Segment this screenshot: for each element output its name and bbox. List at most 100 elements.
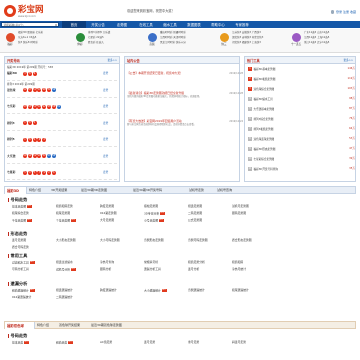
section-tab[interactable]: 特色介绍 <box>27 187 49 194</box>
rank-label[interactable]: 双色球综合走势图 <box>254 88 275 91</box>
tool-link[interactable]: 号码分析工具 <box>12 267 56 272</box>
tool-link[interactable]: 和尾遗漏统计 <box>232 288 276 293</box>
tool-link[interactable]: 公式走势图 <box>188 219 232 223</box>
lottery-name[interactable]: 福彩3D <box>7 71 17 75</box>
section-tab[interactable]: 3D开奖结果 <box>49 187 79 194</box>
tool-link[interactable]: 二码走势图 <box>188 211 232 216</box>
rank-row[interactable]: 11 福彩3D开奖号码查询 35万 <box>248 167 355 174</box>
lottery-name[interactable]: 排列5 <box>7 137 15 141</box>
rank-row[interactable]: 10 七星彩综合走势图 39万 <box>248 157 355 164</box>
section-tab[interactable]: 双色球开奖结果 <box>57 322 89 329</box>
tool-link[interactable]: 大小遗漏统计HOT <box>144 289 188 293</box>
rank-label[interactable]: 大乐透基本走势图 <box>254 108 275 111</box>
tool-link[interactable]: 跨度遗漏统计 <box>100 288 144 293</box>
section-tab[interactable]: 最近30期3D走势图 <box>79 187 131 194</box>
tool-link[interactable]: 组选遗漏统计 <box>56 288 100 293</box>
tool-link[interactable]: 基本走势图HOT <box>12 205 56 209</box>
trend-link[interactable]: 走势 <box>103 122 108 125</box>
tool-link[interactable]: 奇偶遗漏统计 <box>188 288 232 293</box>
rank-label[interactable]: 福彩3D基本走势图 <box>254 68 276 71</box>
lottery-name[interactable]: 七星彩 <box>7 170 15 174</box>
tool-link[interactable]: 组选过滤缩水 <box>56 260 100 265</box>
trend-link[interactable]: 走势 <box>103 155 108 158</box>
trend-link[interactable]: 走势 <box>103 105 108 108</box>
tool-link[interactable]: 大号走势图 <box>100 219 144 223</box>
news-item[interactable]: 【有奖大放送】彩宝网2019年回馈用户活动 2019/12/24 参与彩宝网互动活动… <box>127 119 243 127</box>
tool-link[interactable]: 3D专家分析HOT <box>144 212 188 216</box>
rank-label[interactable]: 福彩3D形态走势图 <box>254 148 276 151</box>
section-tab[interactable]: 最近30期双色球走势图 <box>89 322 141 329</box>
tool-link[interactable]: 个位走势图HOT <box>56 219 100 223</box>
trend-link[interactable]: 走势 <box>103 138 108 141</box>
tool-link[interactable]: AC值走势 <box>100 340 144 345</box>
tool-link[interactable]: 试机号走势图 <box>232 204 276 209</box>
tool-link[interactable]: 冷热号查询 <box>100 260 144 265</box>
nav-item[interactable]: 首页 <box>62 21 86 28</box>
site-logo[interactable]: 彩宝网 www.kjxl.com <box>4 4 50 18</box>
news-item[interactable]: 【公告】本期开奖结果已更新，祝您中大奖！ 2019/12/28 <box>127 71 243 75</box>
tool-link[interactable]: 常规杀号榜 <box>144 260 188 265</box>
rank-row[interactable]: 8 双色球蓝球走势图 53万 <box>248 137 355 144</box>
trend-link[interactable]: 走势 <box>103 72 108 75</box>
nav-item[interactable]: 开奖公告 <box>86 21 110 28</box>
rank-row[interactable]: 6 排列3综合走势图 76万 <box>248 117 355 124</box>
quick-link[interactable]: 胜负彩 任选九 <box>88 41 110 46</box>
quick-link[interactable]: 黑龙江时时彩 快乐十分 <box>160 41 186 46</box>
favorite-link[interactable]: 收藏 <box>350 10 356 14</box>
tool-link[interactable]: 组选走势图 <box>188 204 232 209</box>
rank-row[interactable]: 7 排列3和值走势图 64万 <box>248 127 355 134</box>
section-tab[interactable]: 试机号走势 <box>187 187 215 194</box>
news-title[interactable]: 【公告】本期开奖结果已更新，祝您中大奖！ <box>127 71 243 75</box>
nav-item[interactable]: 在线工具 <box>134 21 158 28</box>
rank-label[interactable]: 福彩3D和值走势图 <box>254 78 276 81</box>
tool-link[interactable]: 胆码走势图 <box>232 211 276 216</box>
tool-link[interactable]: 质合形态走势图 <box>232 238 276 243</box>
rank-label[interactable]: 排列3和值走势图 <box>254 128 274 131</box>
rank-label[interactable]: 双色球蓝球走势图 <box>254 138 275 141</box>
lottery-name[interactable]: 大乐透 <box>7 154 15 158</box>
login-link[interactable]: 登录 <box>336 10 342 14</box>
quick-link[interactable]: 快3 快乐8 时时彩 <box>18 41 43 46</box>
tool-link[interactable]: 质合号码走势 <box>12 245 56 250</box>
tool-link[interactable]: 千位走势图HOT <box>12 219 56 223</box>
rank-row[interactable]: 5 大乐透基本走势图 87万 <box>248 107 355 114</box>
tool-link[interactable]: 胆码分析 <box>100 267 144 272</box>
rank-label[interactable]: 七星彩综合走势图 <box>254 158 275 161</box>
tool-link[interactable]: 二码遗漏统计 <box>56 295 100 300</box>
rank-more-link[interactable]: 更多>> <box>343 59 353 62</box>
tool-link[interactable]: 冷热号统计 <box>232 267 276 272</box>
tool-link[interactable]: 试机号分析HOT <box>56 268 100 272</box>
tool-link[interactable]: 重号走势 <box>188 340 232 345</box>
tool-link[interactable]: 012路走势图 <box>100 211 144 216</box>
tool-link[interactable]: 大小形态走势图 <box>56 238 100 243</box>
nav-item[interactable]: 走势图 <box>110 21 134 28</box>
rank-row[interactable]: 3 双色球综合走势图 103万 <box>248 87 355 94</box>
tool-link[interactable]: 斜连号走势 <box>232 340 276 345</box>
nav-item[interactable]: 帮助中心 <box>206 21 230 28</box>
rank-label[interactable]: 排列3综合走势图 <box>254 118 274 121</box>
tool-link[interactable]: 大小号码走势图 <box>100 238 144 243</box>
nav-item[interactable]: 数据图表 <box>182 21 206 28</box>
news-item[interactable]: 【最新消息】福彩3D走势图功能已经全新升级 2019/12/28 全新升级的福彩3D… <box>127 91 243 99</box>
lottery-select[interactable]: 选择彩种(共4个) ▼ <box>1 22 59 27</box>
trend-link[interactable]: 走势 <box>103 89 108 92</box>
rank-row[interactable]: 1 福彩3D基本走势图 146万 <box>248 67 355 74</box>
rank-label[interactable]: 福彩3D开奖号码查询 <box>254 168 278 171</box>
section-tab[interactable]: 最近30期3D开奖号码 <box>131 187 187 194</box>
tool-link[interactable]: 奇偶号码走势图 <box>188 238 232 243</box>
rank-label[interactable]: 福彩3D缩水工具 <box>254 98 273 101</box>
tool-link[interactable]: 小号走势图HOT <box>144 219 188 223</box>
section-tab[interactable]: 特色介绍 <box>35 322 57 329</box>
tool-link[interactable]: 和值和尾 <box>232 260 276 265</box>
rank-row[interactable]: 2 福彩3D和值走势图 119万 <box>248 77 355 84</box>
tool-link[interactable]: 和值遗漏统计HOT <box>12 289 56 293</box>
lottery-name[interactable]: 七乐彩 <box>7 104 15 108</box>
section-title-tab[interactable]: 福彩双色球 <box>5 322 35 329</box>
tool-link[interactable]: 连号分析 <box>188 267 232 272</box>
tool-link[interactable]: 和值走势HOT <box>56 341 100 345</box>
trend-link[interactable]: 走势 <box>103 171 108 174</box>
nav-item[interactable]: 缩水工具 <box>158 21 182 28</box>
tool-link[interactable]: 和尾综合走势 <box>12 211 56 216</box>
tool-link[interactable]: 基本走势HOT <box>12 341 56 345</box>
section-tab[interactable]: 试机号查询 <box>215 187 243 194</box>
